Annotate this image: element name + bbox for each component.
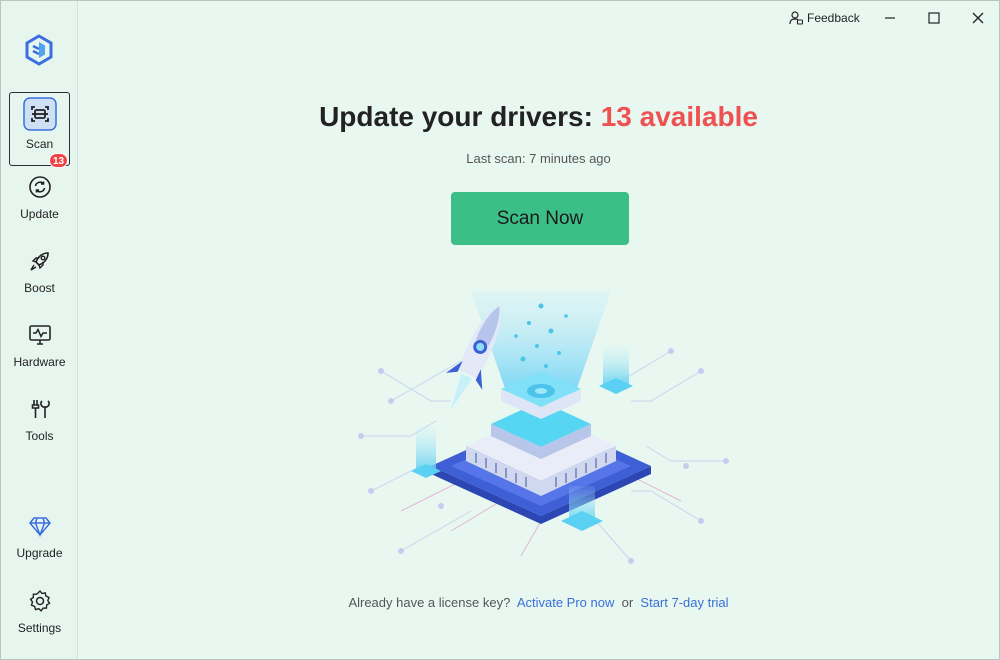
sidebar-item-label: Update: [20, 207, 59, 221]
scan-now-button[interactable]: Scan Now: [451, 192, 629, 245]
monitor-pulse-icon: [28, 325, 51, 345]
sidebar-item-tools[interactable]: Tools: [1, 389, 78, 459]
start-trial-link[interactable]: Start 7-day trial: [640, 595, 728, 610]
tools-icon: [31, 400, 50, 418]
close-icon: [972, 12, 984, 24]
update-icon: [28, 176, 51, 198]
sidebar: Scan 13 Update Boost Hardware Tools Upgr…: [1, 1, 78, 659]
minimize-icon: [885, 17, 895, 19]
gear-icon: [29, 589, 50, 612]
or-text: or: [621, 595, 634, 610]
page-title: Update your drivers: 13 available: [78, 101, 999, 133]
activate-pro-link[interactable]: Activate Pro now: [517, 595, 615, 610]
sidebar-item-upgrade[interactable]: Upgrade: [1, 506, 78, 576]
app-logo-icon: [25, 34, 53, 66]
close-button[interactable]: [965, 7, 991, 29]
sidebar-item-label: Boost: [24, 281, 55, 295]
maximize-icon: [928, 12, 940, 24]
sidebar-item-boost[interactable]: Boost: [1, 241, 78, 311]
sidebar-item-label: Tools: [25, 429, 54, 443]
available-count: 13 available: [600, 101, 758, 132]
headline-prefix: Update your drivers:: [319, 101, 601, 132]
minimize-button[interactable]: [877, 7, 903, 29]
sidebar-item-hardware[interactable]: Hardware: [1, 315, 78, 385]
scan-icon: [22, 97, 57, 131]
sidebar-item-label: Hardware: [13, 355, 66, 369]
last-scan-status: Last scan: 7 minutes ago: [466, 151, 611, 166]
sidebar-item-label: Scan: [25, 137, 54, 151]
rocket-icon: [29, 252, 49, 271]
license-prompt: Already have a license key? Activate Pro…: [78, 595, 999, 610]
diamond-icon: [28, 517, 51, 538]
sidebar-item-label: Upgrade: [16, 546, 63, 560]
scan-count-badge: 13: [49, 153, 68, 168]
feedback-icon: [789, 11, 803, 25]
feedback-button[interactable]: Feedback: [789, 7, 860, 29]
feedback-label: Feedback: [807, 11, 860, 25]
license-text: Already have a license key?: [348, 595, 511, 610]
sidebar-item-settings[interactable]: Settings: [1, 581, 78, 651]
app-window: Scan 13 Update Boost Hardware Tools Upgr…: [0, 0, 1000, 660]
sidebar-item-update[interactable]: Update: [1, 167, 78, 237]
driver-chip-illustration: [358, 291, 729, 564]
maximize-button[interactable]: [921, 7, 947, 29]
sidebar-item-label: Settings: [17, 621, 62, 635]
